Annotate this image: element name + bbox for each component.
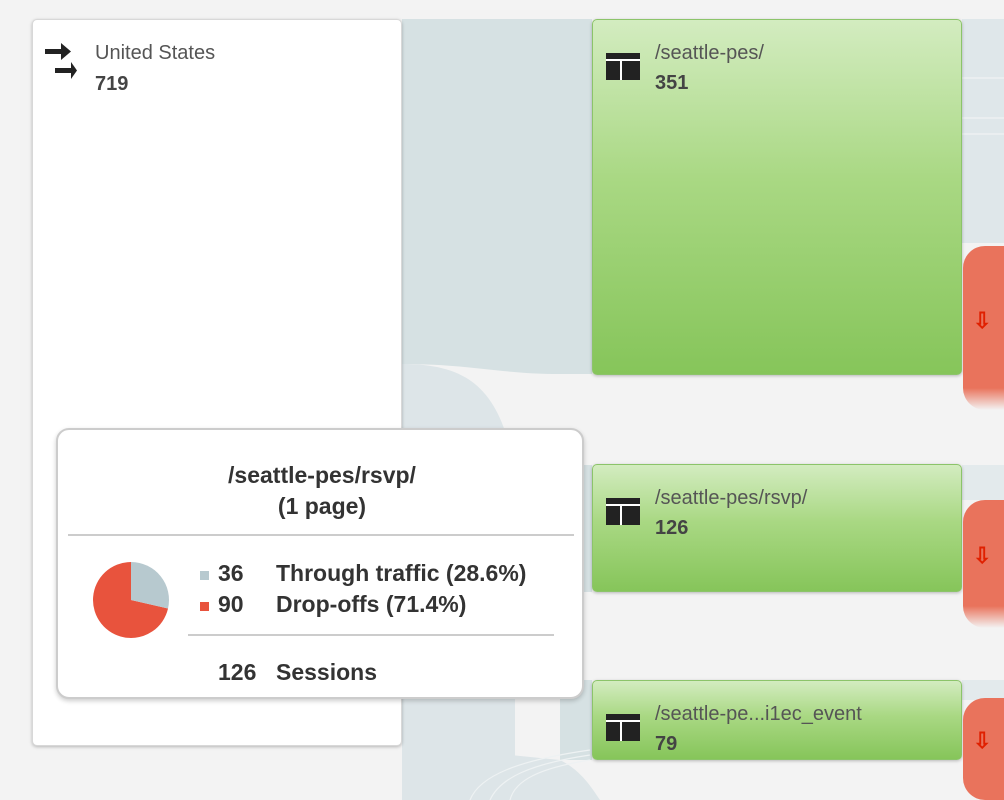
through-traffic-count: 36 [218,560,244,586]
page-node-count: 351 [655,72,689,94]
tooltip-divider [68,534,574,536]
flow-beyond-node-2 [962,465,1004,500]
dropoff-fade [963,388,1004,410]
page-node-label: /seattle-pes/ [655,42,764,64]
flow-to-node-1 [402,19,592,374]
node-tooltip: /seattle-pes/rsvp/ (1 page) 36 Through t… [56,428,584,699]
source-node-count: 719 [95,73,129,95]
page-node-seattle-pes-rsvp[interactable]: /seattle-pes/rsvp/ 126 [592,464,962,592]
dropoff-fade [963,606,1004,628]
page-layout-icon [606,53,640,80]
drop-offs-count: 90 [218,591,244,617]
dropoff-bar[interactable]: ⇩ [963,698,1004,800]
page-node-seattle-pe-event[interactable]: /seattle-pe...i1ec_event 79 [592,680,962,760]
down-arrow-icon: ⇩ [973,728,992,753]
flow-beyond-node-3 [962,680,1004,700]
flow-canvas: United States 719 /seattle-pes/ 351 /sea… [0,0,1004,800]
through-traffic-label: Through traffic (28.6%) [276,560,527,586]
page-layout-icon [606,714,640,741]
flow-beyond-node-1 [962,19,1004,243]
sessions-count: 126 [218,659,257,685]
page-node-label: /seattle-pe...i1ec_event [655,703,862,725]
drop-offs-label: Drop-offs (71.4%) [276,591,467,617]
page-node-count: 79 [655,733,678,755]
legend-through-traffic-swatch [200,571,209,580]
sessions-label: Sessions [276,659,377,685]
page-node-seattle-pes[interactable]: /seattle-pes/ 351 [592,19,962,375]
dropoff-bar[interactable]: ⇩ [963,500,1004,628]
tooltip-subtitle: (1 page) [277,493,367,519]
dropoff-bar[interactable]: ⇩ [963,246,1004,410]
page-layout-icon [606,498,640,525]
traffic-pie-chart [93,562,169,638]
legend-drop-offs-swatch [200,602,209,611]
tooltip-title: /seattle-pes/rsvp/ [228,462,416,488]
tooltip-divider [188,634,554,636]
down-arrow-icon: ⇩ [973,308,992,333]
down-arrow-icon: ⇩ [973,543,992,568]
arrows-right-icon [45,43,77,79]
source-node-label: United States [95,42,216,64]
page-node-count: 126 [655,517,689,539]
page-node-label: /seattle-pes/rsvp/ [655,487,808,509]
